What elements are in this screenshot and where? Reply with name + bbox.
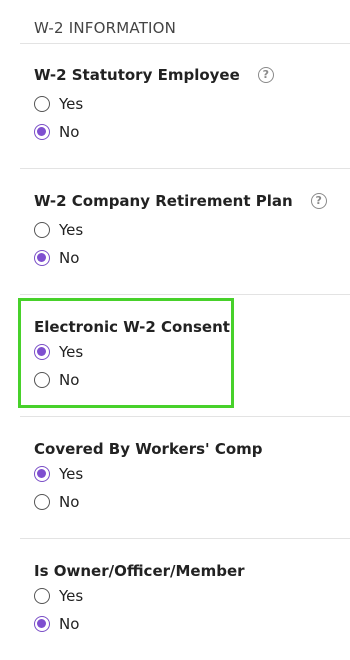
group-title-text: Covered By Workers' Comp xyxy=(34,440,263,458)
radio-button[interactable] xyxy=(34,494,50,510)
group-is-owner-officer-member: Is Owner/Officer/Member Yes No xyxy=(34,561,245,638)
radio-button-selected[interactable] xyxy=(34,250,50,266)
section-header: W-2 INFORMATION xyxy=(34,19,177,37)
group-title-text: W-2 Statutory Employee xyxy=(34,66,240,84)
group-title: W-2 Company Retirement Plan ? xyxy=(34,191,327,211)
w2-information-panel: W-2 INFORMATION W-2 Statutory Employee ?… xyxy=(0,0,350,660)
option-label: No xyxy=(59,493,80,511)
divider xyxy=(20,294,350,295)
option-label: Yes xyxy=(59,95,84,113)
option-label: No xyxy=(59,249,80,267)
radio-option-yes[interactable]: Yes xyxy=(34,90,274,118)
group-title: Electronic W-2 Consent xyxy=(34,317,230,337)
group-title: W-2 Statutory Employee ? xyxy=(34,65,274,85)
radio-button[interactable] xyxy=(34,588,50,604)
option-label: Yes xyxy=(59,221,84,239)
radio-option-no[interactable]: No xyxy=(34,244,327,272)
help-icon[interactable]: ? xyxy=(257,67,274,83)
radio-button-selected[interactable] xyxy=(34,466,50,482)
radio-option-yes[interactable]: Yes xyxy=(34,582,245,610)
help-icon[interactable]: ? xyxy=(310,193,327,209)
group-electronic-w2-consent: Electronic W-2 Consent Yes No xyxy=(34,317,230,394)
group-title-text: Is Owner/Officer/Member xyxy=(34,562,245,580)
option-label: Yes xyxy=(59,465,84,483)
radio-button[interactable] xyxy=(34,372,50,388)
radio-button[interactable] xyxy=(34,222,50,238)
group-w2-statutory-employee: W-2 Statutory Employee ? Yes No xyxy=(34,65,274,146)
divider xyxy=(20,416,350,417)
group-title: Is Owner/Officer/Member xyxy=(34,561,245,581)
option-label: Yes xyxy=(59,343,84,361)
radio-option-no[interactable]: No xyxy=(34,610,245,638)
divider xyxy=(20,168,350,169)
option-label: Yes xyxy=(59,587,84,605)
radio-option-yes[interactable]: Yes xyxy=(34,460,263,488)
radio-option-no[interactable]: No xyxy=(34,118,274,146)
radio-button-selected[interactable] xyxy=(34,616,50,632)
group-title-text: W-2 Company Retirement Plan xyxy=(34,192,293,210)
divider xyxy=(20,538,350,539)
option-label: No xyxy=(59,371,80,389)
option-label: No xyxy=(59,123,80,141)
radio-option-yes[interactable]: Yes xyxy=(34,338,230,366)
radio-button-selected[interactable] xyxy=(34,344,50,360)
radio-option-no[interactable]: No xyxy=(34,366,230,394)
group-title: Covered By Workers' Comp xyxy=(34,439,263,459)
radio-option-no[interactable]: No xyxy=(34,488,263,516)
radio-button-selected[interactable] xyxy=(34,124,50,140)
group-title-text: Electronic W-2 Consent xyxy=(34,318,230,336)
group-covered-by-workers-comp: Covered By Workers' Comp Yes No xyxy=(34,439,263,516)
radio-option-yes[interactable]: Yes xyxy=(34,216,327,244)
radio-button[interactable] xyxy=(34,96,50,112)
option-label: No xyxy=(59,615,80,633)
group-w2-company-retirement-plan: W-2 Company Retirement Plan ? Yes No xyxy=(34,191,327,272)
divider xyxy=(20,43,350,44)
